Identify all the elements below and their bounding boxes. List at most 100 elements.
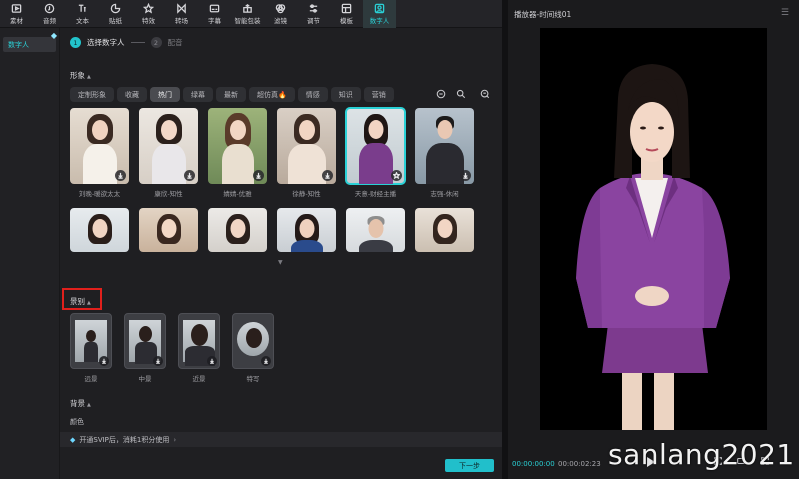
tool-label: 字幕 [208, 17, 221, 25]
scene-option[interactable]: 中景 [124, 313, 166, 383]
download-icon[interactable] [184, 170, 195, 181]
category-chip[interactable]: 知识 [330, 87, 361, 102]
player-panel: 播放器-时间线01 ☰ 00:00:00:00 00:00:02:23 [508, 0, 799, 479]
scene-thumbnail [124, 313, 166, 369]
download-icon[interactable] [322, 170, 333, 181]
chevron-right-icon: › [173, 435, 177, 444]
download-icon[interactable] [253, 170, 264, 181]
category-chip[interactable]: 收藏 [117, 87, 147, 102]
avatar-thumbnail [139, 208, 198, 252]
category-chip[interactable]: 超仿真🔥 [249, 87, 295, 102]
avatar-grid-row-2 [70, 208, 474, 252]
avatar-card-selected[interactable]: 天意-财经主播 [345, 107, 406, 198]
expand-more-icon[interactable]: ▼ [278, 259, 283, 266]
category-chip[interactable]: 热门 [150, 87, 180, 102]
tool-text[interactable]: 文本 [66, 0, 99, 28]
tool-subtitle[interactable]: 字幕 [198, 0, 231, 28]
avatar-thumbnail [277, 208, 336, 252]
avatar-name: 刘晚-暖欲太太 [78, 190, 121, 198]
avatar-thumbnail [345, 107, 406, 185]
tool-smart-pack[interactable]: 智能包装 [231, 0, 264, 28]
avatar-card[interactable]: 徐静-知性 [277, 108, 336, 198]
scene-label: 远景 [84, 375, 98, 383]
scene-option[interactable]: 特写 [232, 313, 274, 383]
tool-audio[interactable]: 音频 [33, 0, 66, 28]
download-icon[interactable] [115, 170, 126, 181]
tool-label: 调节 [307, 17, 320, 25]
video-preview[interactable] [540, 28, 767, 430]
avatar-card[interactable]: 婧婧-优雅 [208, 108, 267, 198]
top-toolbar: 素材 音频 文本 贴纸 特效 转场 字幕 智能包装 滤镜 调节 模板 数字人 [0, 0, 502, 28]
sidebar-item-digital-human[interactable]: 数字人 ◆ [3, 31, 57, 52]
avatar-name: 康欣-知性 [154, 190, 183, 198]
category-chip[interactable]: 最新 [216, 87, 246, 102]
vip-diamond-icon: ◆ [70, 435, 76, 444]
svip-notice[interactable]: ◆ 开通SVIP后，消耗1积分使用 › [60, 432, 502, 447]
avatar-card[interactable] [70, 208, 129, 252]
avatar-card[interactable] [277, 208, 336, 252]
digital-human-panel: 1 选择数字人 2 配音 形象 ▲ 定制形象 收藏 热门 绿幕 最新 超仿真🔥 情感 知识 营销 … [60, 28, 502, 479]
favorite-star-icon[interactable] [391, 170, 402, 181]
tool-label: 贴纸 [109, 17, 122, 25]
tool-transition[interactable]: 转场 [165, 0, 198, 28]
category-chip[interactable]: 营销 [363, 87, 394, 102]
category-chip[interactable]: 情感 [297, 87, 328, 102]
avatar-card[interactable] [139, 208, 198, 252]
search-icon[interactable] [455, 88, 467, 100]
tool-sticker[interactable]: 贴纸 [99, 0, 132, 28]
scene-label: 近景 [192, 375, 206, 383]
category-chip[interactable]: 绿幕 [183, 87, 213, 102]
filter-icon [275, 3, 287, 14]
tool-media[interactable]: 素材 [0, 0, 33, 28]
step-1-label[interactable]: 选择数字人 [87, 37, 125, 48]
section-avatar-title[interactable]: 形象 ▲ [70, 70, 91, 81]
tool-label: 音频 [43, 17, 56, 25]
avatar-card[interactable] [208, 208, 267, 252]
category-chip[interactable]: 定制形象 [70, 87, 114, 102]
tool-filter[interactable]: 滤镜 [264, 0, 297, 28]
svip-notice-text: 开通SVIP后，消耗1积分使用 [79, 435, 170, 444]
collapse-caret-icon: ▲ [87, 74, 91, 80]
download-icon[interactable] [99, 356, 109, 366]
tool-effects[interactable]: 特效 [132, 0, 165, 28]
scene-option[interactable]: 远景 [70, 313, 112, 383]
scene-options: 远景 中景 近景 特写 [70, 313, 274, 383]
tool-template[interactable]: 模板 [330, 0, 363, 28]
download-icon[interactable] [261, 356, 271, 366]
add-circle-icon[interactable] [435, 88, 447, 100]
download-icon[interactable] [460, 170, 471, 181]
scene-thumbnail [70, 313, 112, 369]
watermark-text: sanlang2021 [608, 438, 795, 471]
effects-icon [143, 3, 155, 14]
avatar-card[interactable] [415, 208, 474, 252]
avatar-card[interactable]: 志强-休闲 [415, 108, 474, 198]
collapse-caret-icon: ▲ [87, 402, 91, 408]
custom-search-icon[interactable] [479, 88, 491, 100]
menu-icon[interactable]: ☰ [781, 8, 789, 18]
tool-adjust[interactable]: 调节 [297, 0, 330, 28]
step-indicator: 1 选择数字人 2 配音 [70, 37, 183, 48]
scene-thumbnail [232, 313, 274, 369]
avatar-name: 婧婧-优雅 [223, 190, 252, 198]
avatar-thumbnail [139, 108, 198, 184]
avatar-card[interactable]: 康欣-知性 [139, 108, 198, 198]
scene-option[interactable]: 近景 [178, 313, 220, 383]
tool-label: 数字人 [369, 17, 390, 25]
step-2-label[interactable]: 配音 [168, 37, 183, 48]
text-icon [77, 3, 89, 14]
media-icon [11, 3, 23, 14]
subtitle-icon [209, 3, 221, 14]
tool-label: 模板 [340, 17, 353, 25]
download-icon[interactable] [207, 356, 217, 366]
annotation-highlight-box [62, 288, 102, 310]
tool-label: 特效 [142, 17, 155, 25]
next-step-button[interactable]: 下一步 [445, 459, 494, 472]
tool-digital-human[interactable]: 数字人 [363, 0, 396, 28]
avatar-thumbnail [346, 208, 405, 252]
avatar-card[interactable] [346, 208, 405, 252]
download-icon[interactable] [153, 356, 163, 366]
avatar-thumbnail [415, 108, 474, 184]
current-time: 00:00:00:00 [512, 460, 555, 468]
avatar-card[interactable]: 刘晚-暖欲太太 [70, 108, 129, 198]
section-background-title[interactable]: 背景 ▲ [70, 398, 91, 409]
